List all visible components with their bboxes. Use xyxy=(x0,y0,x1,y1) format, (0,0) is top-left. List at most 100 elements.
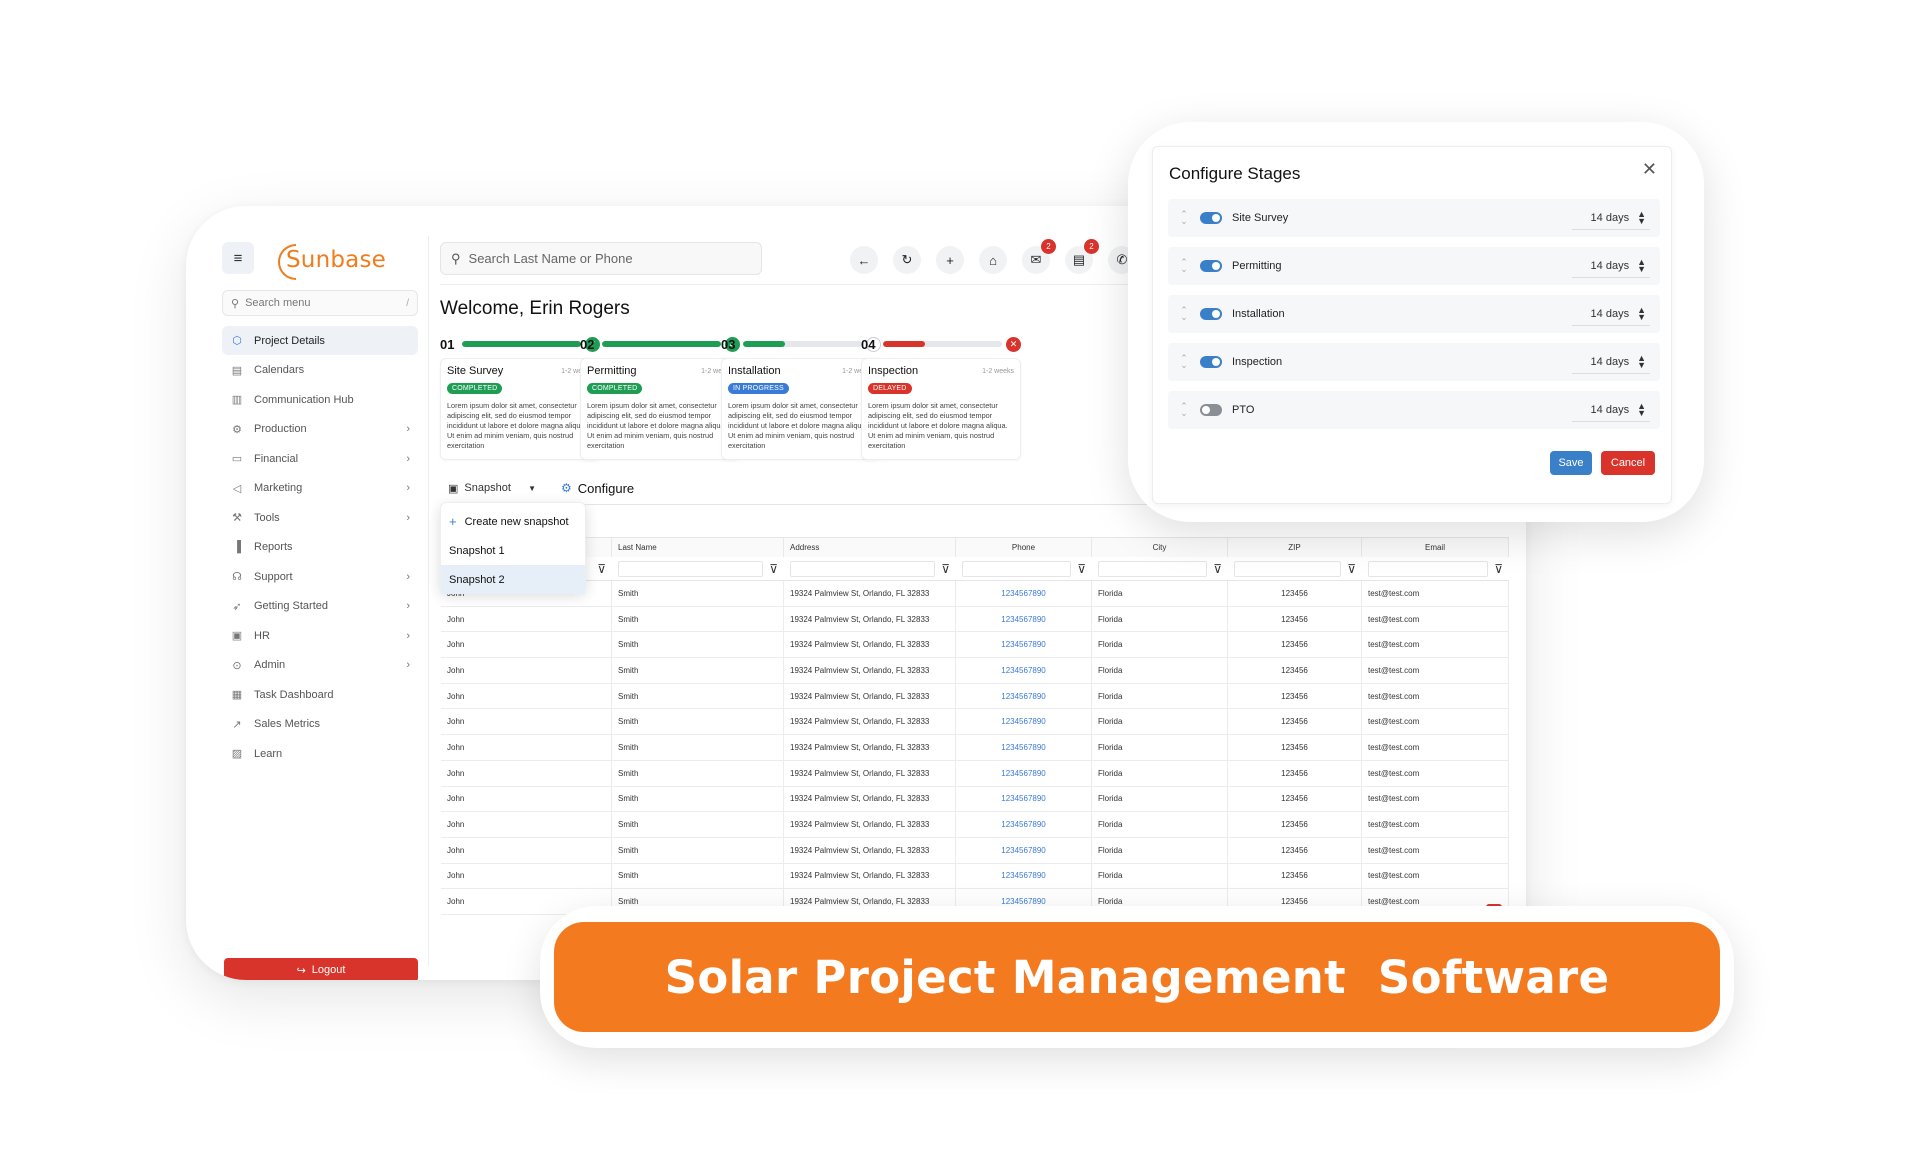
stage-toggle[interactable] xyxy=(1200,212,1222,224)
stage-days-stepper[interactable]: 14 days ▲ ▼ xyxy=(1572,206,1650,230)
stage-days-stepper[interactable]: 14 days ▲ ▼ xyxy=(1572,398,1650,422)
close-icon[interactable]: ✕ xyxy=(1642,159,1657,180)
stage-card[interactable]: Installation 1-2 weeks IN PROGRESS Lorem ip… xyxy=(721,358,881,460)
drag-handle-icon[interactable]: ⌃ ⌄ xyxy=(1178,402,1190,418)
add-button[interactable]: + xyxy=(936,246,964,274)
table-row[interactable]: JohnSmith19324 Palmview St, Orlando, FL … xyxy=(441,812,1509,838)
filter-icon[interactable]: ⊽ xyxy=(1494,562,1503,576)
table-cell[interactable]: 1234567890 xyxy=(956,658,1092,683)
table-row[interactable]: JohnSmith19324 Palmview St, Orlando, FL … xyxy=(441,658,1509,684)
stage-days-stepper[interactable]: 14 days ▲ ▼ xyxy=(1572,302,1650,326)
stepper-icon[interactable]: ▲ ▼ xyxy=(1637,353,1646,369)
configure-button[interactable]: ⚙ Configure xyxy=(561,476,634,500)
sidebar-item-admin[interactable]: ⊙ Admin › xyxy=(222,651,418,680)
sidebar-item-getting-started[interactable]: ➶ Getting Started › xyxy=(222,592,418,621)
table-cell[interactable]: 1234567890 xyxy=(956,812,1092,837)
stage-days-stepper[interactable]: 14 days ▲ ▼ xyxy=(1572,350,1650,374)
logout-button[interactable]: ↪ Logout xyxy=(224,958,418,980)
stage-card[interactable]: Site Survey 1-2 weeks COMPLETED Lorem ipsum… xyxy=(440,358,600,460)
refresh-button[interactable]: ↻ xyxy=(893,246,921,274)
home-button[interactable]: ⌂ xyxy=(979,246,1007,274)
column-filter-input[interactable] xyxy=(1098,560,1208,577)
sidebar-item-marketing[interactable]: ◁ Marketing › xyxy=(222,474,418,503)
drag-handle-icon[interactable]: ⌃ ⌄ xyxy=(1178,354,1190,370)
save-button[interactable]: Save xyxy=(1550,451,1592,475)
sidebar-item-calendars[interactable]: ▤ Calendars xyxy=(222,356,418,385)
column-filter-input[interactable] xyxy=(1368,560,1489,577)
table-cell[interactable]: 1234567890 xyxy=(956,709,1092,735)
back-button[interactable]: ← xyxy=(850,246,878,274)
sidebar-item-learn[interactable]: ▨ Learn xyxy=(222,739,418,768)
filter-icon[interactable]: ⊽ xyxy=(1213,562,1222,576)
table-row[interactable]: JohnSmith19324 Palmview St, Orlando, FL … xyxy=(441,581,1509,607)
sidebar-item-sales-metrics[interactable]: ↗ Sales Metrics xyxy=(222,710,418,739)
stage-toggle[interactable] xyxy=(1200,356,1222,368)
sidebar-item-hr[interactable]: ▣ HR › xyxy=(222,621,418,650)
stepper-icon[interactable]: ▲ ▼ xyxy=(1637,401,1646,417)
filter-icon[interactable]: ⊽ xyxy=(1347,562,1356,576)
menu-search-input[interactable]: ⚲ Search menu / xyxy=(222,290,418,316)
stage-card[interactable]: Permitting 1-2 weeks COMPLETED Lorem ipsum … xyxy=(580,358,740,460)
table-cell[interactable]: 1234567890 xyxy=(956,735,1092,760)
filter-icon[interactable]: ⊽ xyxy=(1077,562,1086,576)
stage-toggle[interactable] xyxy=(1200,260,1222,272)
table-cell[interactable]: 1234567890 xyxy=(956,837,1092,863)
table-row[interactable]: JohnSmith19324 Palmview St, Orlando, FL … xyxy=(441,606,1509,633)
table-row[interactable]: JohnSmith19324 Palmview St, Orlando, FL … xyxy=(441,837,1509,864)
table-row[interactable]: JohnSmith19324 Palmview St, Orlando, FL … xyxy=(441,709,1509,736)
column-filter-input[interactable] xyxy=(962,560,1072,577)
stage-toggle[interactable] xyxy=(1200,404,1222,416)
column-header[interactable]: Phone xyxy=(956,538,1092,557)
snapshot-item[interactable]: Snapshot 1 xyxy=(441,536,585,565)
sidebar-item-support[interactable]: ☊ Support › xyxy=(222,562,418,591)
messages-button[interactable]: ▤ 2 xyxy=(1065,239,1099,274)
sidebar-item-communication-hub[interactable]: ▥ Communication Hub xyxy=(222,385,418,414)
filter-icon[interactable]: ⊽ xyxy=(769,562,778,576)
snapshot-dropdown[interactable]: ▣ Snapshot ▼ xyxy=(440,476,544,500)
table-row[interactable]: JohnSmith19324 Palmview St, Orlando, FL … xyxy=(441,863,1509,890)
stepper-icon[interactable]: ▲ ▼ xyxy=(1637,305,1646,321)
drag-handle-icon[interactable]: ⌃ ⌄ xyxy=(1178,210,1190,226)
create-snapshot-item[interactable]: + Create new snapshot xyxy=(441,507,585,536)
stage-days-stepper[interactable]: 14 days ▲ ▼ xyxy=(1572,254,1650,278)
sidebar-item-task-dashboard[interactable]: ▦ Task Dashboard xyxy=(222,680,418,709)
stage-toggle[interactable] xyxy=(1200,308,1222,320)
table-row[interactable]: JohnSmith19324 Palmview St, Orlando, FL … xyxy=(441,786,1509,813)
table-cell[interactable]: 1234567890 xyxy=(956,786,1092,812)
table-row[interactable]: JohnSmith19324 Palmview St, Orlando, FL … xyxy=(441,760,1509,787)
sidebar-item-project-details[interactable]: ⬡ Project Details xyxy=(222,326,418,355)
filter-icon[interactable]: ⊽ xyxy=(941,562,950,576)
table-cell[interactable]: 1234567890 xyxy=(956,581,1092,606)
column-filter-input[interactable] xyxy=(618,560,764,577)
column-header[interactable]: Last Name xyxy=(612,538,784,557)
column-header[interactable]: Email xyxy=(1362,538,1509,557)
sidebar-item-tools[interactable]: ⚒ Tools › xyxy=(222,503,418,532)
global-search-input[interactable]: ⚲ Search Last Name or Phone xyxy=(440,242,762,275)
drag-handle-icon[interactable]: ⌃ ⌄ xyxy=(1178,258,1190,274)
table-row[interactable]: JohnSmith19324 Palmview St, Orlando, FL … xyxy=(441,683,1509,710)
table-cell[interactable]: 1234567890 xyxy=(956,632,1092,658)
stepper-icon[interactable]: ▲ ▼ xyxy=(1637,209,1646,225)
table-row[interactable]: JohnSmith19324 Palmview St, Orlando, FL … xyxy=(441,632,1509,659)
filter-icon[interactable]: ⊽ xyxy=(597,562,606,576)
stepper-icon[interactable]: ▲ ▼ xyxy=(1637,257,1646,273)
snapshot-item[interactable]: Snapshot 2 xyxy=(441,565,585,594)
drag-handle-icon[interactable]: ⌃ ⌄ xyxy=(1178,306,1190,322)
column-header[interactable]: City xyxy=(1092,538,1228,557)
table-row[interactable]: JohnSmith19324 Palmview St, Orlando, FL … xyxy=(441,735,1509,761)
column-filter-input[interactable] xyxy=(1234,560,1342,577)
sidebar-item-production[interactable]: ⚙ Production › xyxy=(222,415,418,444)
menu-toggle-button[interactable]: ≡ xyxy=(222,242,254,274)
sidebar-item-reports[interactable]: ▐ Reports xyxy=(222,533,418,562)
column-header[interactable]: Address xyxy=(784,538,956,557)
cancel-button[interactable]: Cancel xyxy=(1601,451,1655,475)
sidebar-item-financial[interactable]: ▭ Financial › xyxy=(222,444,418,473)
table-cell[interactable]: 1234567890 xyxy=(956,863,1092,889)
column-header[interactable]: ZIP xyxy=(1228,538,1362,557)
mail-button[interactable]: ✉ 2 xyxy=(1022,239,1056,274)
table-cell[interactable]: 1234567890 xyxy=(956,606,1092,632)
table-cell[interactable]: 1234567890 xyxy=(956,760,1092,786)
stage-card[interactable]: Inspection 1-2 weeks DELAYED Lorem ipsum do… xyxy=(861,358,1021,460)
column-filter-input[interactable] xyxy=(790,560,936,577)
table-cell[interactable]: 1234567890 xyxy=(956,683,1092,709)
